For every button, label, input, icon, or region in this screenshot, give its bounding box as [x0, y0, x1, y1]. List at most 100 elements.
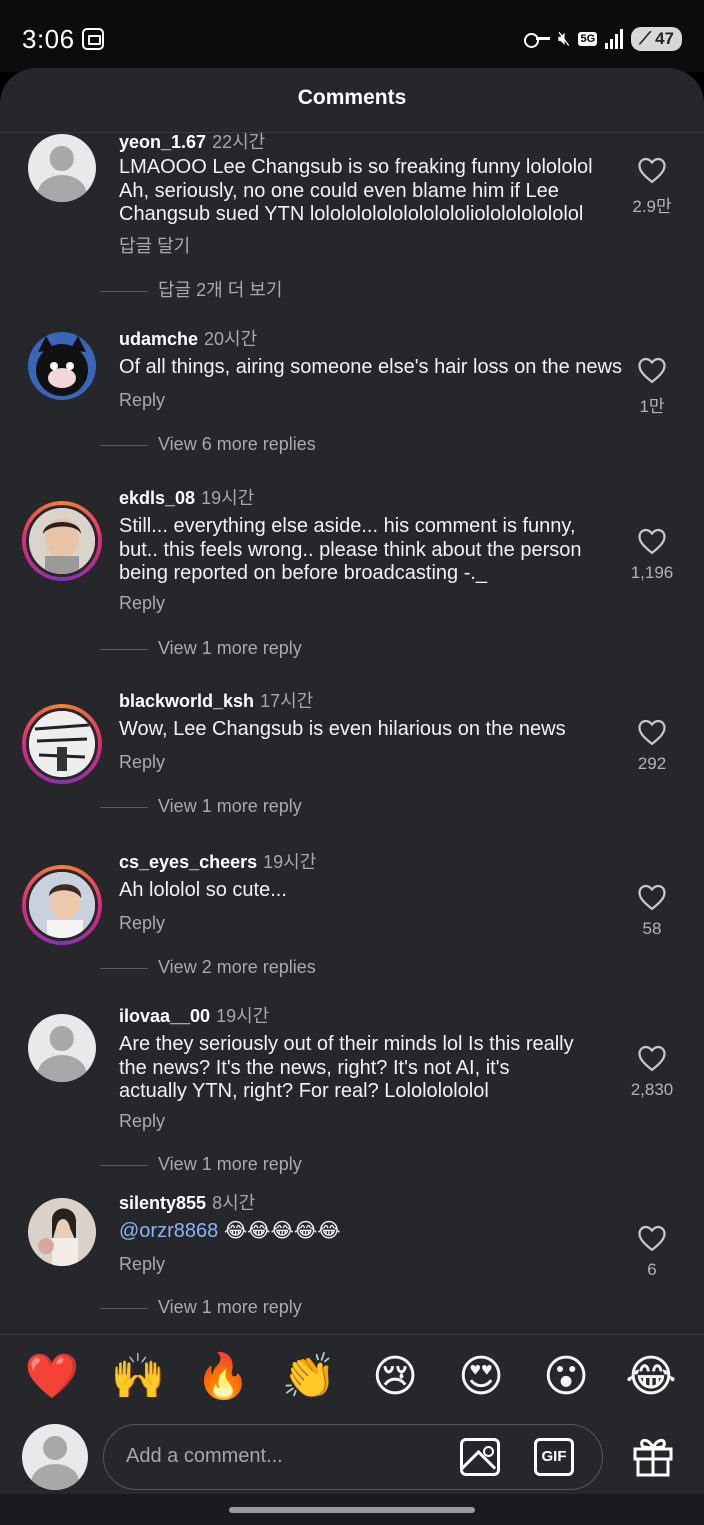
username[interactable]: ekdls_08 — [119, 488, 195, 508]
comment-meta: ilovaa__00 19시간 — [119, 1002, 269, 1028]
avatar[interactable] — [28, 332, 96, 400]
view-more-replies[interactable]: View 1 more reply — [100, 638, 302, 659]
timestamp: 19시간 — [201, 488, 255, 508]
avatar[interactable] — [28, 134, 96, 202]
like-count: 2.9만 — [632, 197, 672, 216]
heart-outline-icon — [638, 528, 666, 555]
mention-link[interactable]: @orzr8868 — [119, 1220, 218, 1242]
timestamp: 8시간 — [212, 1193, 256, 1213]
like-button[interactable]: 58 — [620, 883, 684, 939]
battery-level: 47 — [655, 29, 674, 48]
username[interactable]: yeon_1.67 — [119, 132, 206, 152]
heart-outline-icon — [638, 719, 666, 746]
heart-outline-icon — [638, 1045, 666, 1072]
like-button[interactable]: 2.9만 — [620, 156, 684, 217]
reaction-surprised[interactable]: 😮 — [536, 1353, 596, 1401]
reaction-heart-eyes[interactable]: 😍 — [451, 1353, 511, 1401]
emoji-text: 😂😂😂😂😂 — [223, 1220, 341, 1242]
comment-text: Wow, Lee Changsub is even hilarious on t… — [119, 718, 566, 740]
reply-button[interactable]: Reply — [119, 593, 165, 614]
view-more-replies[interactable]: View 1 more reply — [100, 796, 302, 817]
screenshot-icon — [82, 28, 104, 50]
comment-text: Still... everything else aside... his co… — [119, 515, 582, 584]
view-more-replies[interactable]: View 6 more replies — [100, 434, 316, 455]
avatar[interactable] — [28, 1014, 96, 1082]
like-count: 1,196 — [630, 563, 674, 582]
username[interactable]: blackworld_ksh — [119, 691, 254, 711]
reply-button[interactable]: Reply — [119, 913, 165, 934]
signal-icon — [605, 29, 624, 49]
like-count: 2,830 — [630, 1080, 674, 1099]
avatar-story-ring[interactable] — [22, 704, 102, 784]
heart-outline-icon — [638, 357, 666, 384]
quick-reactions-bar: ❤️ 🙌 🔥 👏 😢 😍 😮 😂 — [0, 1334, 704, 1418]
comment-text: LMAOOO Lee Changsub is so freaking funny… — [119, 156, 593, 225]
like-count: 1만 — [639, 397, 665, 416]
gift-icon[interactable] — [630, 1432, 676, 1478]
timestamp: 20시간 — [204, 329, 258, 349]
gif-button[interactable]: GIF — [534, 1438, 574, 1476]
comment-meta: udamche 20시간 — [119, 325, 257, 351]
comment-text: Ah lololol so cute... — [119, 879, 287, 901]
comment-input[interactable] — [126, 1445, 446, 1468]
heart-outline-icon — [638, 1225, 666, 1252]
cat-avatar-image — [28, 332, 96, 400]
comment-meta: yeon_1.67 22시간 — [119, 128, 265, 154]
username[interactable]: cs_eyes_cheers — [119, 852, 257, 872]
home-indicator[interactable] — [229, 1507, 475, 1513]
comment-box[interactable]: GIF — [103, 1424, 603, 1490]
heart-outline-icon — [638, 884, 666, 911]
reaction-laughing[interactable]: 😂 — [621, 1353, 681, 1401]
reply-button[interactable]: Reply — [119, 1111, 165, 1132]
comment-text: Are they seriously out of their minds lo… — [119, 1033, 574, 1102]
like-button[interactable]: 2,830 — [620, 1044, 684, 1100]
avatar — [26, 505, 98, 577]
timestamp: 17시간 — [260, 691, 314, 711]
like-button[interactable]: 1만 — [620, 356, 684, 417]
username[interactable]: udamche — [119, 329, 198, 349]
comment-item: ilovaa__00 19시간 Are they seriously out of… — [0, 999, 704, 1174]
reply-button[interactable]: Reply — [119, 390, 165, 411]
comment-meta: cs_eyes_cheers 19시간 — [119, 848, 316, 874]
username[interactable]: silenty855 — [119, 1193, 206, 1213]
image-icon[interactable] — [460, 1438, 500, 1476]
battery-saver-icon: ⟋ — [639, 29, 652, 48]
avatar[interactable] — [28, 1198, 96, 1266]
reaction-crying[interactable]: 😢 — [365, 1353, 425, 1401]
comments-list[interactable]: yeon_1.67 22시간 LMAOOO Lee Changsub is so … — [0, 126, 704, 1334]
like-count: 292 — [637, 754, 667, 773]
like-button[interactable]: 292 — [620, 718, 684, 774]
navigation-bar — [0, 1494, 704, 1525]
avatar-story-ring[interactable] — [22, 865, 102, 945]
reply-button[interactable]: Reply — [119, 1254, 165, 1275]
reaction-raised-hands[interactable]: 🙌 — [108, 1353, 168, 1401]
comment-text: Of all things, airing someone else's hai… — [119, 356, 622, 378]
view-more-replies[interactable]: View 1 more reply — [100, 1154, 302, 1175]
reply-button[interactable]: 답글 달기 — [119, 232, 190, 258]
avatar — [26, 869, 98, 941]
timestamp: 22시간 — [212, 132, 266, 152]
reply-button[interactable]: Reply — [119, 752, 165, 773]
like-button[interactable]: 6 — [620, 1224, 684, 1280]
timestamp: 19시간 — [263, 852, 317, 872]
my-avatar — [22, 1424, 88, 1490]
reaction-fire[interactable]: 🔥 — [193, 1353, 253, 1401]
like-count: 6 — [647, 1260, 657, 1279]
avatar-story-ring[interactable] — [22, 501, 102, 581]
like-count: 58 — [642, 919, 662, 938]
reaction-heart[interactable]: ❤️ — [22, 1353, 82, 1401]
comment-meta: blackworld_ksh 17시간 — [119, 687, 313, 713]
like-button[interactable]: 1,196 — [620, 527, 684, 583]
reaction-clap[interactable]: 👏 — [279, 1353, 339, 1401]
sheet-title: Comments — [297, 86, 407, 109]
view-more-replies[interactable]: View 2 more replies — [100, 957, 316, 978]
comment-meta: silenty855 8시간 — [119, 1189, 255, 1215]
mute-icon: 🔇︎ — [557, 28, 571, 50]
username[interactable]: ilovaa__00 — [119, 1006, 210, 1026]
comment-item: yeon_1.67 22시간 LMAOOO Lee Changsub is so … — [0, 126, 704, 300]
comments-sheet: Comments yeon_1.67 22시간 LMAOOO Lee Changs… — [0, 68, 704, 1525]
comment-meta: ekdls_08 19시간 — [119, 484, 254, 510]
view-more-replies[interactable]: 답글 2개 더 보기 — [100, 276, 282, 302]
view-more-replies[interactable]: View 1 more reply — [100, 1297, 302, 1318]
avatar — [26, 708, 98, 780]
